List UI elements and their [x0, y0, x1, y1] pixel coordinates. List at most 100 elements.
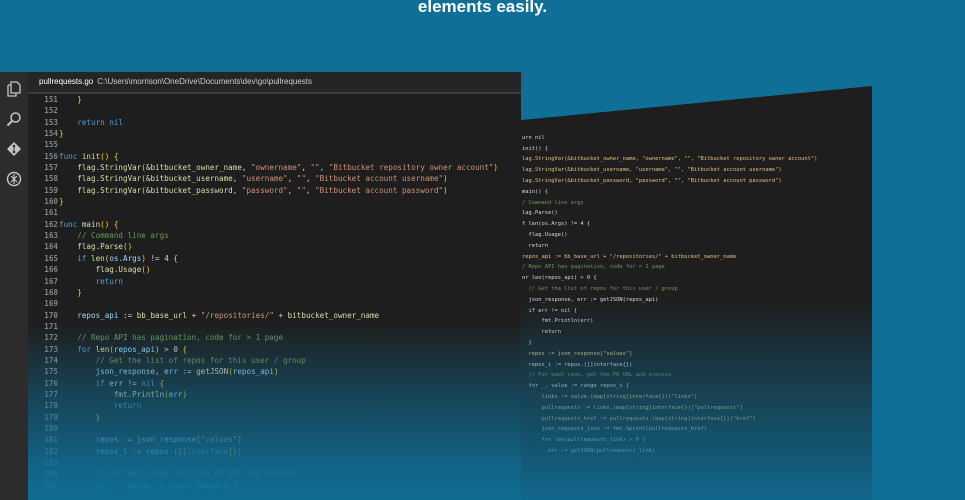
line-number: 152 [44, 106, 58, 116]
code-token: := [123, 435, 137, 445]
code-token: ) [273, 367, 279, 377]
code-area[interactable]: 151 } 152 153 return nil 154} 155 156func ini… [28, 94, 521, 491]
code-token: len [95, 344, 110, 354]
code-token: , [155, 367, 165, 377]
code-token: // Get the list of repos for this user /… [59, 355, 306, 365]
code-line: 183 [28, 457, 521, 468]
code-token: { [182, 344, 188, 354]
background-code: urn nil init() { lag.StringVar(&bitbucket_… [518, 86, 872, 500]
background-code-line: lag.StringVar(&bitbucket_owner_name, "ow… [522, 156, 818, 163]
background-code-line: repos_i := repos.([]interface{}) [522, 361, 633, 368]
code-token: for [59, 344, 96, 354]
code-token: // Command line args [59, 231, 169, 241]
code-line: 155 [28, 139, 521, 150]
code-token: := [182, 367, 197, 377]
background-editor-preview: urn nil init() { lag.StringVar(&bitbucket_… [518, 86, 872, 500]
code-token: bitbucket_owner_name [150, 163, 242, 173]
files-icon[interactable] [6, 81, 22, 97]
code-token: , [232, 174, 242, 184]
file-tab-name[interactable]: pullrequests.go [39, 77, 93, 86]
code-line: 165 if len(os.Args) != 4 { [28, 253, 521, 264]
code-token: if [59, 378, 110, 388]
code-token: // Repo API has pagination, code for > 1… [59, 333, 284, 343]
code-token: _, value [113, 480, 156, 490]
background-code-line: pullrequests := links.(map[string]interf… [522, 404, 743, 411]
background-code-line: if err != nil { [522, 307, 578, 314]
code-token: ) [443, 185, 448, 195]
code-token: repos_api [232, 367, 274, 377]
code-token: := [132, 446, 146, 456]
code-token: , [232, 185, 242, 195]
background-code-line: urn nil [522, 134, 545, 141]
line-number: 173 [44, 344, 58, 354]
code-token: range [168, 480, 197, 490]
git-icon[interactable] [6, 141, 22, 157]
background-code-line: init() { [522, 145, 548, 152]
line-number: 181 [44, 435, 58, 445]
line-number: 184 [44, 469, 58, 479]
line-number: 161 [44, 208, 58, 218]
code-line: 185 for _, value := range repos_i { [28, 480, 521, 491]
code-token: repos_i [196, 480, 233, 490]
code-token: , [287, 174, 297, 184]
line-number: 167 [44, 276, 58, 286]
code-token: ) [443, 174, 448, 184]
background-code-line: pullrequests_href := pullrequests.(map[s… [522, 415, 756, 422]
code-token: "ownername" [251, 163, 302, 173]
code-line: 151 } [28, 94, 521, 105]
code-token: , [301, 163, 311, 173]
background-code-line: f len(os.Args) != 4 { [522, 221, 591, 228]
code-token: "" [310, 163, 320, 173]
code-token: 4 [164, 253, 174, 263]
code-token: repos_api [59, 310, 124, 320]
code-token: "username" [241, 174, 288, 184]
code-token: flag.StringVar [59, 163, 142, 173]
background-code-line: return [522, 329, 561, 336]
code-token: return [59, 401, 142, 411]
file-path: C:\Users\morrison\OneDrive\Documents\dev… [97, 77, 313, 86]
background-code-line: main() { [522, 188, 548, 195]
line-number: 159 [44, 185, 58, 195]
code-token: , [305, 185, 316, 195]
code-token: bitbucket_owner_name [287, 310, 380, 320]
line-number: 156 [44, 151, 58, 161]
code-line: 175 json_response, err := getJSON(repos_… [28, 366, 521, 377]
background-code-line: repos_api := bb_base_url + "/repositorie… [522, 253, 737, 260]
line-number: 164 [44, 242, 58, 252]
code-line: 176 if err != nil { [28, 378, 521, 389]
code-line: 181 repos := json_response["values"] [28, 434, 521, 445]
code-line: 177 fmt.Println(err) [28, 389, 521, 400]
line-number: 178 [44, 401, 58, 411]
code-token: "/repositories/" [200, 310, 279, 320]
code-token: "password" [241, 185, 288, 195]
code-token: bitbucket_username [150, 174, 233, 184]
debug-icon[interactable] [6, 171, 22, 187]
line-number: 179 [44, 412, 58, 422]
code-token: "Bitbucket repository owner account" [328, 163, 494, 173]
code-token: "Bitbucket account password" [315, 185, 444, 195]
code-token: // For each repo, get the PR URL and pro… [59, 469, 297, 479]
background-code-line: fmt.Println(err) [522, 318, 594, 325]
code-token: != [127, 378, 142, 388]
code-line: 174 // Get the list of repos for this us… [28, 355, 521, 366]
line-number: 185 [44, 480, 58, 490]
code-token: } [59, 412, 101, 422]
headline: elements easily. [417, 0, 548, 16]
code-line: 178 return [28, 400, 521, 411]
background-code-line: repos := json_response["values"] [522, 350, 633, 357]
code-token: err [168, 389, 183, 399]
code-token: json_response [136, 435, 197, 445]
code-line: 154} [28, 128, 521, 139]
code-token: repos_i [59, 446, 133, 456]
background-code-line [518, 122, 872, 133]
code-line: 161 [28, 207, 521, 218]
code-line: 163 // Command line args [28, 230, 521, 241]
code-token: () { [100, 219, 119, 229]
code-token: () { [100, 151, 119, 161]
search-icon[interactable] [6, 111, 22, 127]
activity-bar [0, 72, 28, 500]
code-line: 164 flag.Parse() [28, 241, 521, 252]
code-token: interface [187, 446, 229, 456]
code-line: 171 [28, 321, 521, 332]
code-line: 173 for len(repos_api) > 0 { [28, 344, 521, 355]
